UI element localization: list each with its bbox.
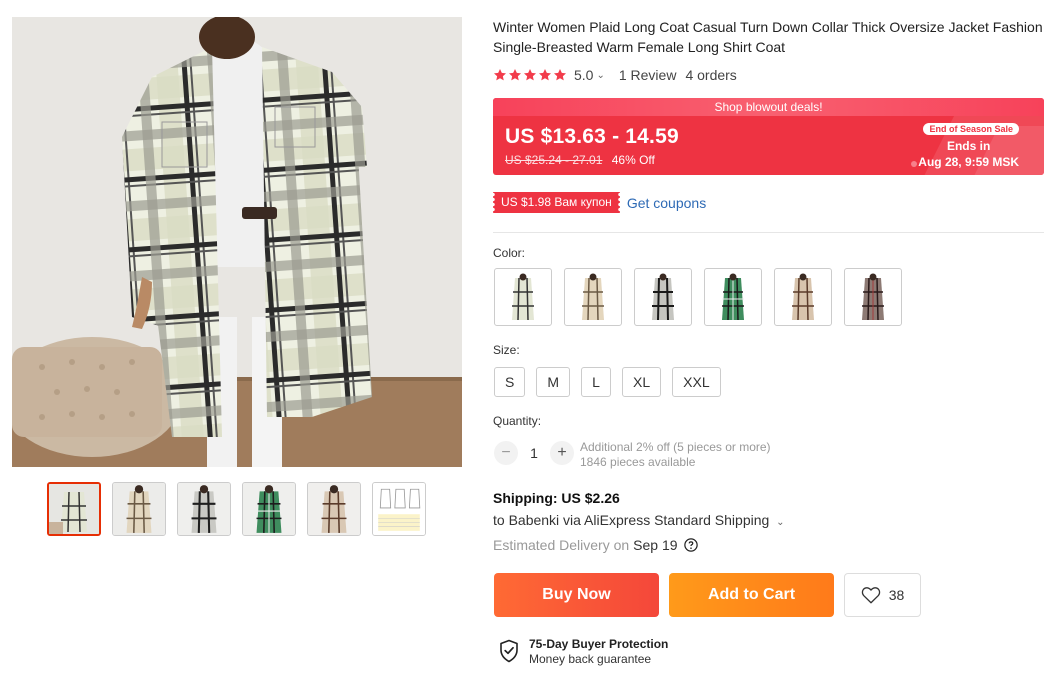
thumbnail-strip xyxy=(47,482,426,536)
quantity-input[interactable]: 1 xyxy=(518,441,550,465)
estimated-delivery-date: Sep 19 xyxy=(633,537,678,553)
thumbnail-1[interactable] xyxy=(47,482,101,536)
chevron-down-icon: ⌄ xyxy=(776,517,785,528)
size-options: S M L XL XXL xyxy=(494,367,721,397)
wishlist-count: 38 xyxy=(888,587,905,603)
color-option-brown-plaid[interactable] xyxy=(774,268,832,326)
color-option-green-plaid[interactable] xyxy=(704,268,762,326)
star-icon xyxy=(493,69,507,81)
price-banner: Shop blowout deals! US $13.63 - 14.59 US… xyxy=(493,98,1044,175)
thumbnail-4[interactable] xyxy=(242,482,296,536)
countdown: Ends in Aug 28, 9:59 MSK xyxy=(918,138,1019,170)
current-price: US $13.63 - 14.59 xyxy=(505,125,679,148)
deals-strip: Shop blowout deals! xyxy=(493,98,1044,116)
thumbnail-3[interactable] xyxy=(177,482,231,536)
chevron-down-icon[interactable]: ⌄ xyxy=(596,70,604,81)
ends-in-label: Ends in xyxy=(946,139,991,153)
color-option-beige-plaid[interactable] xyxy=(564,268,622,326)
wishlist-button[interactable]: 38 xyxy=(844,573,921,617)
original-price: US $25.24 - 27.01 xyxy=(505,153,603,167)
shipping-destination: to Babenki via AliExpress Standard Shipp… xyxy=(493,512,770,528)
shipping-price: Shipping: US $2.26 xyxy=(493,490,620,506)
original-price-row: US $25.24 - 27.01 46% Off xyxy=(505,153,655,167)
stock-available: 1846 pieces available xyxy=(580,455,696,469)
reviews-link[interactable]: 1 Review xyxy=(619,67,677,83)
heart-icon xyxy=(861,587,880,604)
color-label: Color: xyxy=(493,246,526,260)
ends-time: Aug 28, 9:59 MSK xyxy=(918,155,1019,169)
product-title: Winter Women Plaid Long Coat Casual Turn… xyxy=(493,19,1043,55)
buy-now-button[interactable]: Buy Now xyxy=(494,573,659,617)
season-sale-badge: End of Season Sale xyxy=(923,123,1019,135)
protection-subtitle: Money back guarantee xyxy=(529,652,652,666)
coat-photo xyxy=(12,17,462,467)
discount-percent: 46% Off xyxy=(611,153,655,167)
star-icon xyxy=(538,69,552,81)
size-label: Size: xyxy=(493,343,520,357)
color-option-black-grey-plaid[interactable] xyxy=(634,268,692,326)
thumbnail-6-size-chart[interactable] xyxy=(372,482,426,536)
estimated-delivery-label: Estimated Delivery on xyxy=(493,537,630,553)
rating-stars xyxy=(493,68,567,82)
size-option-s[interactable]: S xyxy=(494,367,526,397)
quantity-label: Quantity: xyxy=(493,414,542,428)
quantity-decrease-button[interactable]: − xyxy=(494,441,518,465)
rating-row: 5.0 ⌄ 1 Review 4 orders xyxy=(493,67,737,83)
color-options xyxy=(494,268,902,326)
color-option-grey-white-plaid[interactable] xyxy=(494,268,552,326)
rating-value[interactable]: 5.0 xyxy=(574,67,593,83)
coupon-row: US $1.98 Вам купон Get coupons xyxy=(491,192,706,213)
quantity-increase-button[interactable]: + xyxy=(550,441,574,465)
quantity-info: Additional 2% off (5 pieces or more) 184… xyxy=(580,440,771,470)
main-product-image[interactable] xyxy=(12,17,462,467)
star-icon xyxy=(523,69,537,81)
buyer-protection: 75-Day Buyer Protection Money back guara… xyxy=(499,637,668,667)
shipping-method-selector[interactable]: to Babenki via AliExpress Standard Shipp… xyxy=(493,512,785,528)
star-icon xyxy=(508,69,522,81)
bulk-discount-note: Additional 2% off (5 pieces or more) xyxy=(580,440,771,454)
thumbnail-2[interactable] xyxy=(112,482,166,536)
color-option-dark-red-plaid[interactable] xyxy=(844,268,902,326)
orders-count: 4 orders xyxy=(685,67,737,83)
quantity-stepper: − 1 + Additional 2% off (5 pieces or mor… xyxy=(494,440,771,470)
add-to-cart-button[interactable]: Add to Cart xyxy=(669,573,834,617)
get-coupons-link[interactable]: Get coupons xyxy=(627,195,706,211)
star-icon xyxy=(553,69,567,81)
question-icon[interactable] xyxy=(683,538,698,552)
shield-check-icon xyxy=(500,639,518,663)
estimated-delivery: Estimated Delivery on Sep 19 xyxy=(493,537,698,553)
coupon-tag[interactable]: US $1.98 Вам купон xyxy=(491,192,622,213)
size-option-l[interactable]: L xyxy=(581,367,612,397)
size-option-xl[interactable]: XL xyxy=(622,367,662,397)
divider xyxy=(493,232,1044,233)
size-option-m[interactable]: M xyxy=(536,367,571,397)
protection-title: 75-Day Buyer Protection xyxy=(529,637,669,651)
thumbnail-5[interactable] xyxy=(307,482,361,536)
size-option-xxl[interactable]: XXL xyxy=(672,367,721,397)
